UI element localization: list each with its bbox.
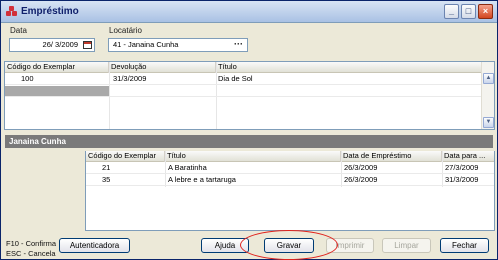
title-bar[interactable]: Empréstimo _ □ ×	[1, 1, 497, 23]
tenant-field[interactable]: 41 - Janaina Cunha ···	[108, 38, 248, 52]
cell-loan-titulo: A Baratinha	[168, 163, 207, 172]
new-row-selected[interactable]	[5, 86, 109, 97]
cell-loan-codigo: 21	[102, 163, 111, 172]
close-icon[interactable]: ×	[478, 4, 493, 19]
hint-confirm: F10 - Confirma	[6, 239, 57, 248]
emprestimo-window: Empréstimo _ □ × Data 26/ 3/2009 Locatár…	[0, 0, 498, 260]
tenant-section-header: Janaina Cunha	[5, 135, 493, 148]
ellipsis-icon[interactable]: ···	[234, 38, 243, 50]
items-grid[interactable]: Código do Exemplar Devolução Título 100 …	[4, 61, 495, 130]
app-icon	[6, 6, 18, 18]
cell-loan-data-para: 31/3/2009	[445, 175, 479, 184]
window-title: Empréstimo	[21, 6, 79, 17]
scroll-down-icon[interactable]: ▼	[483, 117, 494, 128]
cell-loan-data-emprestimo: 26/3/2009	[344, 175, 378, 184]
col-titulo[interactable]: Título	[216, 62, 482, 73]
cell-loan-data-para: 27/3/2009	[445, 163, 479, 172]
col-devolucao[interactable]: Devolução	[109, 62, 216, 73]
date-field[interactable]: 26/ 3/2009	[9, 38, 95, 52]
cell-titulo: Dia de Sol	[218, 74, 253, 83]
tenant-label: Locatário	[109, 26, 142, 35]
maximize-icon[interactable]: □	[461, 4, 476, 19]
loans-grid-header: Código do Exemplar Título Data de Emprés…	[86, 151, 494, 162]
col-loans-data-emprestimo[interactable]: Data de Empréstimo	[341, 151, 442, 162]
date-value: 26/ 3/2009	[42, 40, 78, 49]
col-loans-codigo[interactable]: Código do Exemplar	[86, 151, 165, 162]
col-loans-data-para[interactable]: Data para ...	[442, 151, 494, 162]
save-highlight-annotation	[240, 230, 338, 260]
col-loans-titulo[interactable]: Título	[165, 151, 341, 162]
table-row[interactable]: 100 31/3/2009 Dia de Sol	[5, 74, 482, 85]
items-scrollbar[interactable]: ▲ ▼	[481, 62, 494, 129]
calendar-icon[interactable]	[83, 41, 92, 49]
cell-devolucao: 31/3/2009	[113, 74, 147, 83]
tenant-value: 41 - Janaina Cunha	[113, 40, 179, 49]
cell-codigo: 100	[21, 74, 34, 83]
clear-button[interactable]: Limpar	[382, 238, 431, 253]
loans-grid[interactable]: Código do Exemplar Título Data de Emprés…	[85, 151, 495, 231]
new-row[interactable]	[109, 86, 482, 97]
cell-loan-titulo: A lebre e a tartaruga	[168, 175, 236, 184]
col-codigo-exemplar[interactable]: Código do Exemplar	[5, 62, 109, 73]
cell-loan-codigo: 35	[102, 175, 111, 184]
scroll-up-icon[interactable]: ▲	[483, 73, 494, 84]
close-button[interactable]: Fechar	[440, 238, 489, 253]
autenticadora-button[interactable]: Autenticadora	[59, 238, 130, 253]
items-grid-header: Código do Exemplar Devolução Título	[5, 62, 482, 73]
date-label: Data	[10, 26, 27, 35]
table-row[interactable]: 21 A Baratinha 26/3/2009 27/3/2009	[86, 163, 494, 174]
cell-loan-data-emprestimo: 26/3/2009	[344, 163, 378, 172]
table-row[interactable]: 35 A lebre e a tartaruga 26/3/2009 31/3/…	[86, 175, 494, 186]
hint-cancel: ESC - Cancela	[6, 249, 56, 258]
minimize-icon[interactable]: _	[444, 4, 459, 19]
